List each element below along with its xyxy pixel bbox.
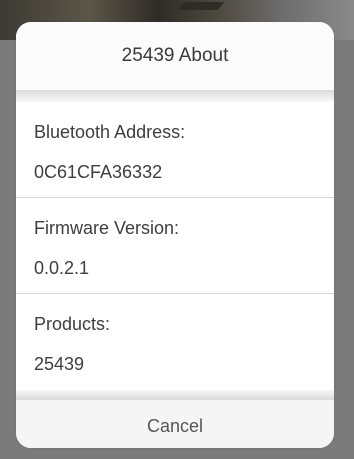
products-value: 25439 bbox=[34, 354, 85, 374]
info-list: Bluetooth Address: 0C61CFA36332 Firmware… bbox=[16, 102, 334, 390]
bluetooth-address-value: 0C61CFA36332 bbox=[34, 162, 163, 182]
bluetooth-address-label: Bluetooth Address: bbox=[34, 122, 186, 142]
firmware-version-row[interactable]: Firmware Version: 0.0.2.1 bbox=[16, 198, 334, 294]
about-dialog: 25439 About Bluetooth Address: 0C61CFA36… bbox=[16, 22, 334, 448]
dialog-title: 25439 About bbox=[16, 22, 334, 90]
cancel-divider bbox=[16, 390, 334, 400]
products-label: Products: bbox=[34, 314, 111, 334]
firmware-version-label: Firmware Version: bbox=[34, 218, 180, 238]
firmware-version-value: 0.0.2.1 bbox=[34, 258, 90, 278]
title-divider bbox=[16, 90, 334, 102]
background-decoration bbox=[177, 2, 225, 10]
products-row[interactable]: Products: 25439 bbox=[16, 294, 334, 390]
bluetooth-address-row[interactable]: Bluetooth Address: 0C61CFA36332 bbox=[16, 102, 334, 198]
cancel-button[interactable]: Cancel bbox=[16, 400, 334, 448]
